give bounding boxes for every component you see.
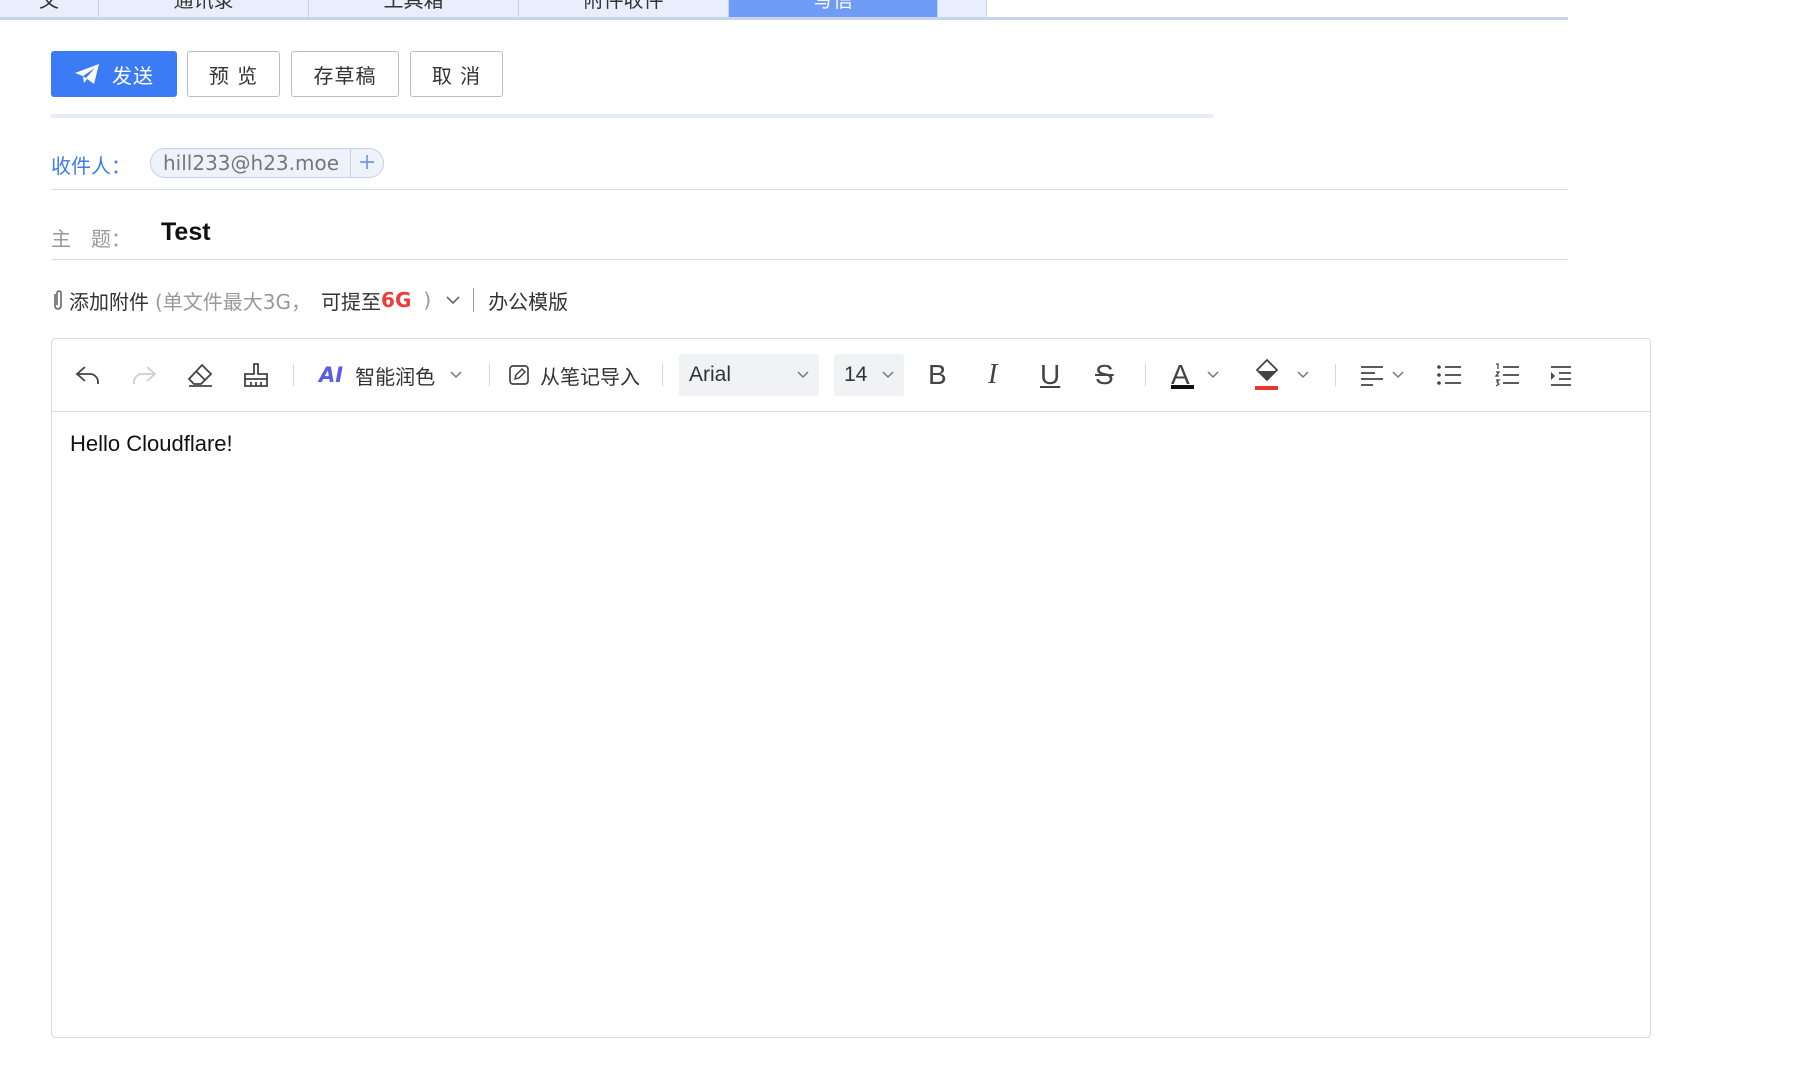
font-size-value: 14 [844,363,868,386]
chevron-down-icon[interactable] [445,294,461,306]
numbered-list-icon [1494,363,1519,387]
save-draft-button[interactable]: 存草稿 [291,51,399,97]
editor-body-text[interactable]: Hello Cloudflare! [70,431,233,457]
ai-polish-label: 智能润色 [355,364,436,389]
add-recipient-button[interactable]: + [350,149,383,177]
format-painter-icon [244,363,268,387]
note-icon [509,365,529,385]
tab-toolbox[interactable]: 工具箱 [309,0,519,17]
clear-format-button[interactable] [186,339,214,411]
indent-button[interactable] [1549,339,1573,411]
bullet-list-icon [1437,365,1461,385]
toolbar-separator [293,364,294,386]
subject-input[interactable]: Test [161,218,211,247]
ai-polish-button[interactable]: AI 智能润色 [319,339,463,411]
chevron-down-icon [882,371,894,379]
attachment-hint-close: ) [423,288,432,312]
header-divider [51,114,1213,118]
tab-contacts[interactable]: 通讯录 [99,0,309,17]
ai-icon: AI [319,363,344,387]
redo-icon [133,366,157,384]
chevron-down-icon [797,371,809,379]
recipient-address[interactable]: hill233@h23.moe [151,149,350,177]
toolbar-separator [1335,364,1336,386]
send-icon [75,64,99,84]
compose-tab-strip: 文 通讯录 工具箱 附件收件 写信 [0,0,1568,20]
tab-label: 工具箱 [383,0,444,12]
font-size-select[interactable]: 14 [834,354,904,396]
toolbar-separator [662,364,663,386]
send-label: 发送 [112,63,154,88]
office-template-link[interactable]: 办公模版 [488,286,568,315]
chevron-down-icon [1392,371,1404,379]
toolbar-separator [1145,364,1146,386]
tab-compose[interactable]: 写信 [729,0,938,17]
recipients-divider [51,189,1568,190]
chevron-down-icon [1297,371,1309,379]
bold-button[interactable]: B [928,339,947,411]
align-button[interactable] [1359,339,1405,411]
eraser-icon [187,363,213,387]
recipients-label[interactable]: 收件人： [51,150,131,179]
attachment-separator [473,288,475,312]
tab-label: 文 [39,0,59,12]
tab-attachments[interactable]: 附件收件 [519,0,729,17]
tab-label: 写信 [813,0,853,12]
italic-button[interactable]: I [988,339,997,411]
highlight-color-button[interactable] [1254,339,1310,411]
tab-label: 通讯录 [173,0,234,12]
strikethrough-button[interactable]: S [1095,339,1114,411]
tab-strip-underline [0,17,1568,20]
attachment-row: 添加附件 (单文件最大3G， 可提至 6G ) 办公模版 [51,285,568,315]
toolbar-separator [489,364,490,386]
undo-icon [75,366,99,384]
format-painter-button[interactable] [242,339,270,411]
import-notes-button[interactable]: 从笔记导入 [508,339,640,411]
bullet-list-button[interactable] [1436,339,1462,411]
indent-icon [1551,366,1571,386]
preview-button[interactable]: 预 览 [187,51,280,97]
redo-button[interactable] [130,339,158,411]
underline-button[interactable]: U [1040,339,1060,411]
import-notes-label: 从笔记导入 [540,364,640,389]
attachment-upgrade-value[interactable]: 6G [381,288,411,312]
recipient-chip[interactable]: hill233@h23.moe + [150,148,385,178]
undo-button[interactable] [74,339,102,411]
font-family-select[interactable]: Arial [679,354,819,396]
align-left-icon [1361,366,1383,386]
subject-divider [51,259,1568,260]
cancel-button[interactable]: 取 消 [410,51,503,97]
chevron-down-icon [450,371,462,379]
tab-extra[interactable] [938,0,987,17]
tab-label: 附件收件 [583,0,664,12]
subject-label: 主 题： [51,227,131,251]
send-button[interactable]: 发送 [51,51,177,97]
tab-prev[interactable]: 文 [0,0,99,17]
chevron-down-icon [1207,371,1219,379]
attachment-size-hint: (单文件最大3G， [155,289,312,314]
paperclip-icon[interactable] [51,288,65,312]
attachment-upgrade-link[interactable]: 可提至 [321,286,381,315]
editor-toolbar: AI 智能润色 从笔记导入 Arial 14 B I U S A [52,339,1650,412]
add-attachment-link[interactable]: 添加附件 [69,286,149,315]
font-family-value: Arial [689,363,732,386]
paint-bucket-icon [1255,358,1279,390]
font-color-bar [1171,385,1194,389]
numbered-list-button[interactable] [1494,339,1520,411]
rich-text-editor[interactable]: AI 智能润色 从笔记导入 Arial 14 B I U S A Hello C… [51,338,1651,1038]
font-color-button[interactable]: A [1171,339,1220,411]
